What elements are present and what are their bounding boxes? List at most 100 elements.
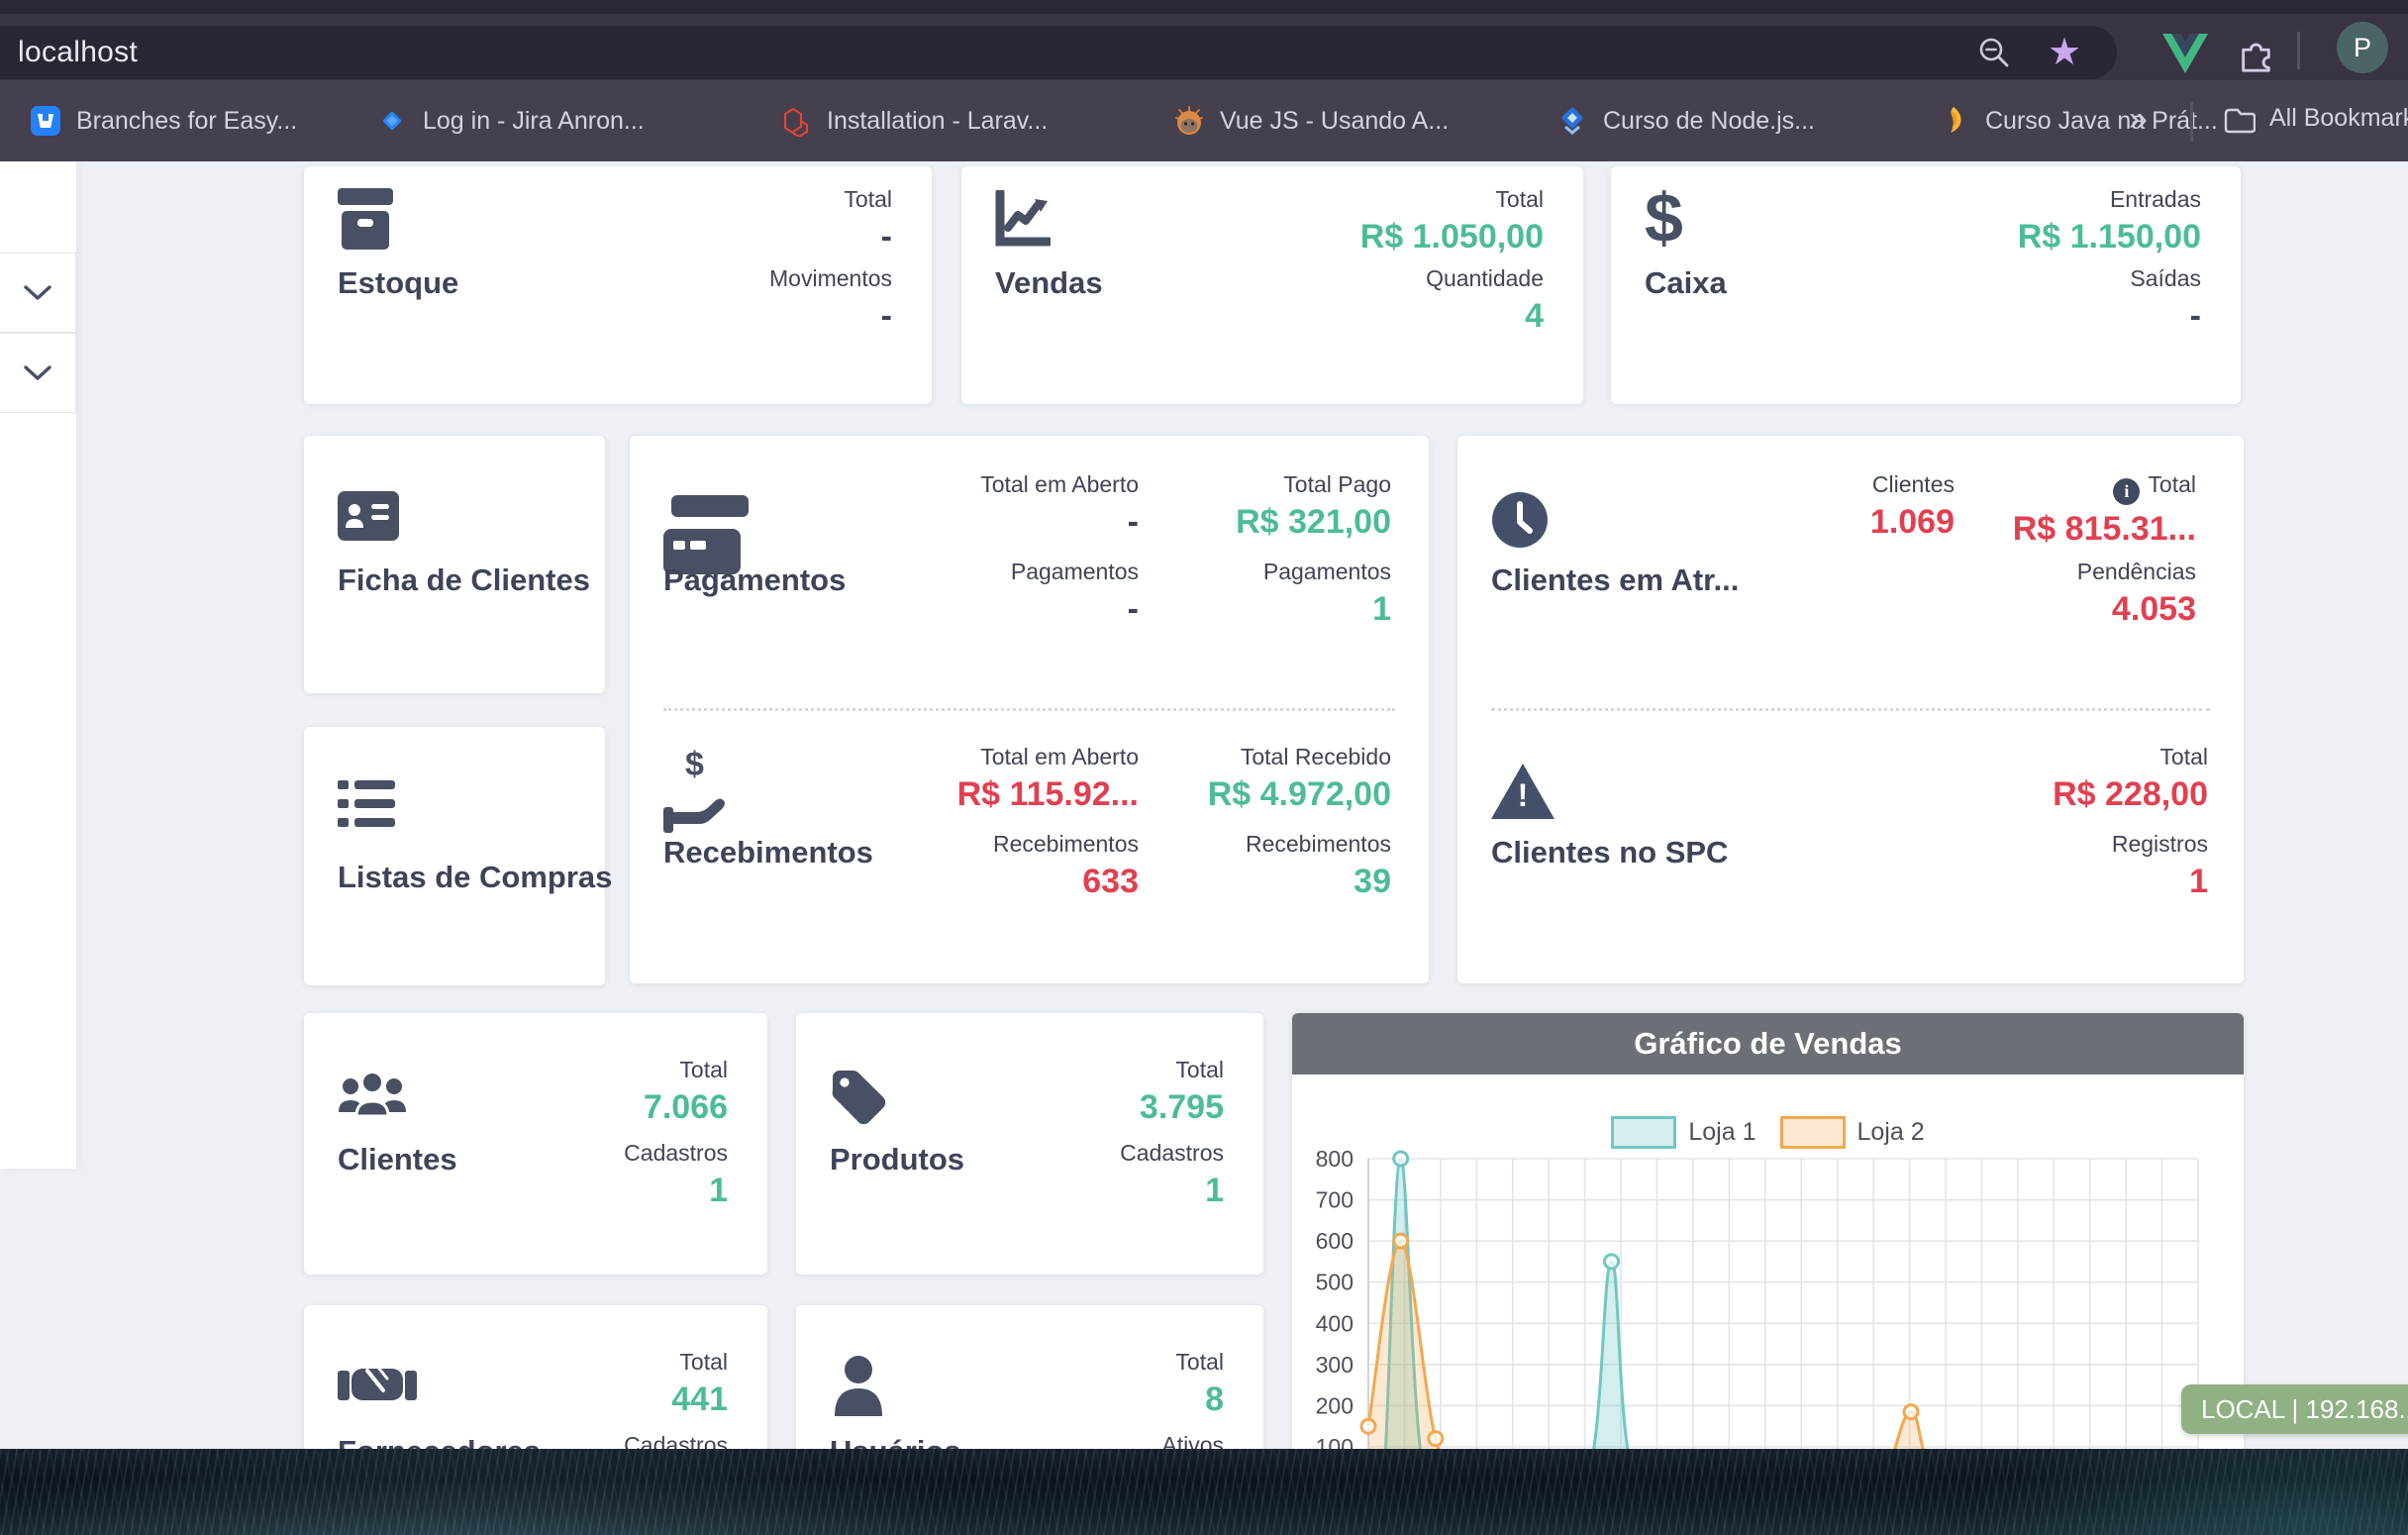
svg-text:700: 700 [1316, 1187, 1354, 1213]
bookmark-star-icon[interactable]: ★ [2048, 28, 2083, 63]
card-listas-compras[interactable]: Listas de Compras [304, 727, 605, 985]
dollar-icon [1645, 186, 1683, 250]
environment-badge: LOCAL | 192.168.1.20 [2181, 1384, 2408, 1434]
bookmark-label: Branches for Easy... [76, 107, 297, 136]
toolbar-divider [2297, 32, 2300, 69]
stat-total: Total R$ 1.050,00 [1360, 186, 1544, 256]
stat-total-spc: Total R$ 228,00 [2053, 744, 2208, 814]
stat-total-recebido: Total Recebido R$ 4.972,00 [1208, 744, 1391, 814]
legend-swatch [1611, 1116, 1676, 1149]
stat-movimentos: Movimentos - [769, 265, 892, 336]
stat-cadastros: Cadastros 1 [624, 1140, 728, 1210]
card-title: Vendas [995, 265, 1103, 301]
tag-icon [830, 1069, 887, 1126]
bookmark-java[interactable]: Curso Java na Prát... [1939, 80, 2218, 161]
warning-triangle-icon [1491, 764, 1555, 819]
browser-chrome: localhost ★ P Branches for Easy... [0, 0, 2408, 161]
bookmarks-bar: Branches for Easy... Log in - Jira Anron… [0, 80, 2408, 161]
bookmarks-divider [2190, 102, 2193, 142]
user-icon [830, 1355, 887, 1416]
card-vendas[interactable]: Vendas Total R$ 1.050,00 Quantidade 4 [961, 166, 1583, 404]
handshake-icon [338, 1357, 417, 1414]
card-title: Produtos [830, 1142, 964, 1177]
stat-recebimentos: Recebimentos 633 [993, 831, 1139, 901]
card-title: Clientes no SPC [1491, 835, 1728, 870]
card-atraso-spc[interactable]: Clientes em Atr... Clientes 1.069 Total … [1457, 436, 2244, 983]
jira-icon [376, 105, 408, 137]
info-icon[interactable] [2113, 478, 2140, 505]
bitbucket-icon [30, 105, 61, 137]
sales-area-chart: 800700600500400300200100 [1292, 1013, 2244, 1449]
extensions-puzzle-icon[interactable] [2236, 36, 2275, 73]
bookmark-label: Curso de Node.js... [1603, 107, 1815, 136]
stat-total: Total 8 [1175, 1349, 1224, 1419]
window-top-strip [0, 0, 2408, 14]
stat-total-em-aberto: Total em Aberto - [980, 471, 1139, 542]
profile-avatar[interactable]: P [2337, 22, 2388, 73]
card-pagamentos-recebimentos[interactable]: Pagamentos Total em Aberto - Pagamentos … [630, 436, 1429, 983]
section-clientes-no-spc: Clientes no SPC Total R$ 228,00 Registro… [1457, 708, 2244, 980]
card-estoque[interactable]: Estoque Total - Movimentos - [304, 166, 932, 404]
bookmark-jira[interactable]: Log in - Jira Anron... [376, 80, 645, 161]
users-icon [338, 1071, 407, 1126]
stat-recebimentos-qtd: Recebimentos 39 [1246, 831, 1391, 901]
card-title: Caixa [1645, 265, 1727, 301]
card-title: Clientes [338, 1142, 457, 1177]
id-card-icon [338, 491, 399, 541]
all-bookmarks-button[interactable]: All Bookmarks [2269, 104, 2408, 133]
legend-item-loja1[interactable]: Loja 1 [1611, 1116, 1756, 1149]
stat-total: Total 3.795 [1140, 1057, 1224, 1127]
address-bar[interactable]: localhost ★ [0, 26, 2117, 79]
sidebar-expander-2[interactable] [0, 333, 76, 413]
bookmark-label: Log in - Jira Anron... [423, 107, 645, 136]
environment-badge-text: LOCAL | 192.168.1.20 [2201, 1394, 2408, 1425]
bookmark-vuejs[interactable]: Vue JS - Usando A... [1173, 80, 1449, 161]
zoom-out-icon[interactable] [1976, 35, 2012, 70]
bookmark-label: Vue JS - Usando A... [1220, 107, 1449, 136]
svg-text:$: $ [685, 748, 704, 783]
java-icon [1939, 105, 1970, 137]
svg-text:200: 200 [1316, 1392, 1354, 1418]
card-caixa[interactable]: Caixa Entradas R$ 1.150,00 Saídas - [1611, 166, 2241, 404]
list-icon [338, 780, 395, 828]
stat-total-em-aberto: Total em Aberto R$ 115.92... [957, 744, 1139, 814]
bookmark-laravel[interactable]: Installation - Larav... [780, 80, 1048, 161]
bookmark-branches[interactable]: Branches for Easy... [30, 80, 297, 161]
legend-item-loja2[interactable]: Loja 2 [1780, 1116, 1925, 1149]
laravel-icon [780, 105, 812, 137]
bookmark-label: Installation - Larav... [827, 107, 1048, 136]
stat-entradas: Entradas R$ 1.150,00 [2018, 186, 2201, 256]
card-title: Pagamentos [663, 563, 846, 598]
card-title: Listas de Compras [338, 860, 612, 895]
chart-line-icon [995, 190, 1051, 248]
chevron-down-icon [23, 284, 52, 302]
section-pagamentos: Pagamentos Total em Aberto - Pagamentos … [630, 436, 1429, 708]
card-title: Estoque [338, 265, 458, 301]
vue-devtools-icon[interactable] [2162, 34, 2208, 73]
bookmarks-overflow-button[interactable]: » [2129, 100, 2148, 139]
clock-icon [1491, 491, 1549, 549]
stat-pagamentos: Pagamentos - [1011, 559, 1139, 629]
stat-clientes: Clientes 1.069 [1870, 471, 1955, 542]
svg-text:800: 800 [1316, 1146, 1354, 1172]
archive-box-icon [338, 188, 393, 250]
svg-text:600: 600 [1316, 1228, 1354, 1254]
stat-cadastros: Cadastros 1 [1120, 1140, 1224, 1210]
card-clientes[interactable]: Clientes Total 7.066 Cadastros 1 [304, 1013, 767, 1275]
card-title: Ficha de Clientes [338, 563, 590, 598]
card-grafico-vendas: Gráfico de Vendas Loja 1 Loja 2 80070060… [1292, 1013, 2244, 1449]
hand-holding-dollar-icon: $ [663, 748, 727, 842]
url-text[interactable]: localhost [18, 36, 138, 69]
chevron-down-icon [23, 364, 52, 382]
sidebar-expander-1[interactable] [0, 253, 76, 333]
stat-pagamentos-qtd: Pagamentos 1 [1263, 559, 1391, 629]
card-title: Recebimentos [663, 835, 873, 870]
svg-text:300: 300 [1316, 1352, 1354, 1378]
collapsed-sidebar [0, 161, 76, 1169]
card-produtos[interactable]: Produtos Total 3.795 Cadastros 1 [796, 1013, 1263, 1275]
bookmark-node[interactable]: Curso de Node.js... [1556, 80, 1815, 161]
stat-total-pago: Total Pago R$ 321,00 [1236, 471, 1391, 542]
stat-total-atraso: Total R$ 815.31... [2013, 471, 2196, 549]
card-ficha-clientes[interactable]: Ficha de Clientes [304, 436, 605, 693]
desktop-wallpaper-water [0, 1449, 2408, 1535]
